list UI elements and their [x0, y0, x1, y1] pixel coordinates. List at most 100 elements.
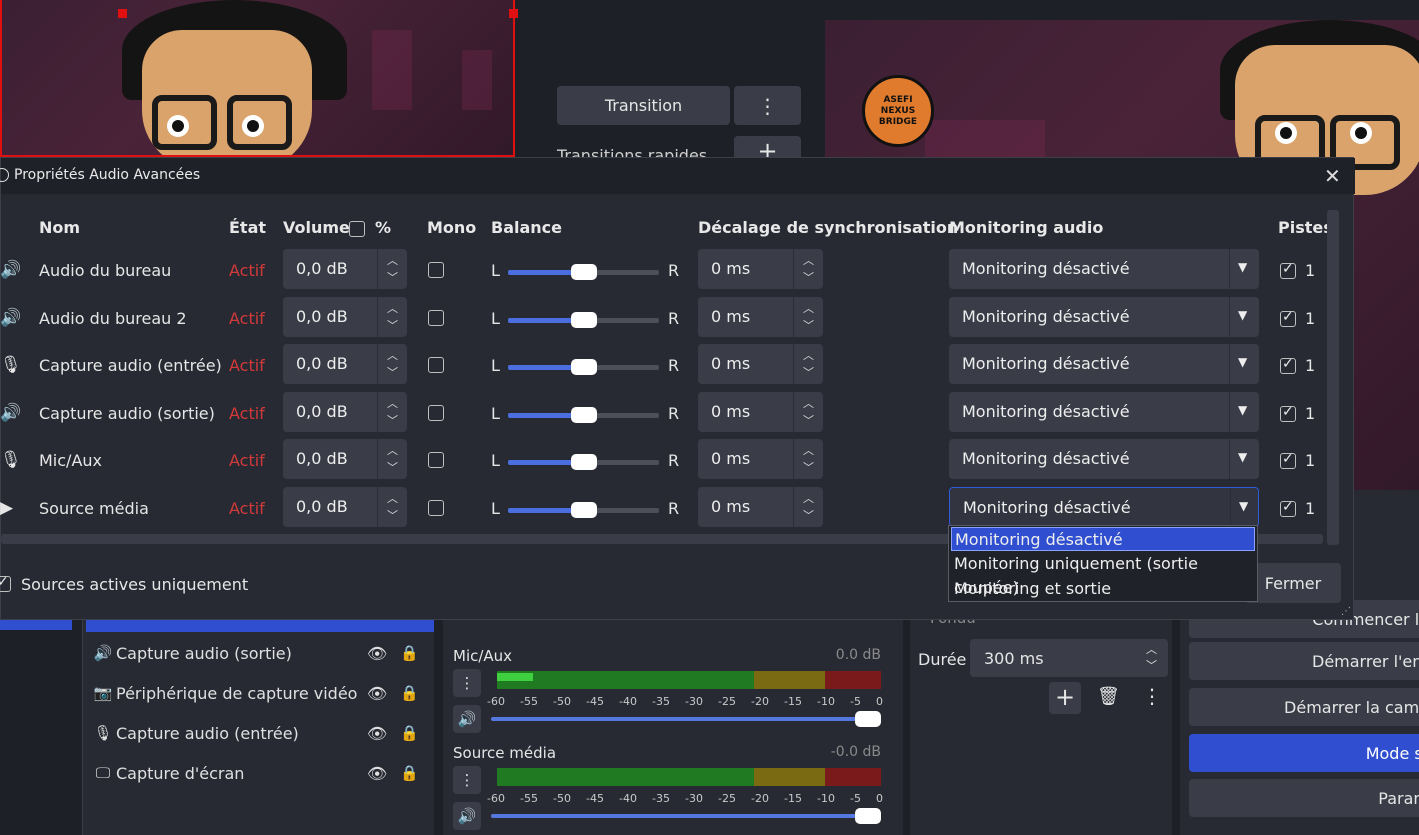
lock-icon[interactable]: 🔒 — [400, 764, 419, 782]
control-button[interactable]: Mode st — [1189, 734, 1419, 772]
control-button[interactable]: Démarrer l'enr — [1189, 642, 1419, 680]
sync-offset-spinbox[interactable]: 0 ms ︿ ﹀ — [698, 439, 823, 479]
volume-spinbox[interactable]: 0,0 dB ︿ ﹀ — [283, 249, 407, 289]
speaker-icon[interactable]: 🔊 — [453, 705, 481, 733]
add-transition-button[interactable]: + — [1049, 682, 1081, 714]
spinbox-arrows[interactable]: ︿ ﹀ — [793, 297, 823, 337]
monitoring-select[interactable]: Monitoring désactivé ▼ — [949, 439, 1259, 479]
up-arrow-icon[interactable]: ︿ — [803, 252, 814, 268]
mixer-menu-button[interactable]: ⋮ — [453, 766, 481, 794]
visibility-eye-icon[interactable]: 👁 — [367, 764, 387, 783]
up-arrow-icon[interactable]: ︿ — [1146, 641, 1157, 657]
up-arrow-icon[interactable]: ︿ — [803, 442, 814, 458]
chevron-down-icon[interactable]: ▼ — [1238, 308, 1247, 322]
sync-offset-spinbox[interactable]: 0 ms ︿ ﹀ — [698, 392, 823, 432]
volume-spinbox[interactable]: 0,0 dB ︿ ﹀ — [283, 392, 407, 432]
vertical-scrollbar[interactable] — [1327, 210, 1339, 545]
source-list-item[interactable]: 🎙 Capture audio (entrée) 👁 🔒 — [92, 714, 422, 752]
spinbox-arrows[interactable]: ︿ ﹀ — [377, 487, 407, 527]
down-arrow-icon[interactable]: ﹀ — [387, 507, 398, 523]
visibility-eye-icon[interactable]: 👁 — [367, 644, 387, 663]
up-arrow-icon[interactable]: ︿ — [387, 300, 398, 316]
selected-source-row[interactable] — [86, 620, 434, 632]
balance-slider-handle[interactable] — [570, 502, 597, 518]
monitoring-select[interactable]: Monitoring désactivé ▼ — [949, 344, 1259, 384]
volume-spinbox[interactable]: 0,0 dB ︿ ﹀ — [283, 439, 407, 479]
monitoring-select[interactable]: Monitoring désactivé ▼ — [949, 487, 1259, 528]
chevron-down-icon[interactable]: ▼ — [1239, 499, 1248, 513]
up-arrow-icon[interactable]: ︿ — [803, 490, 814, 506]
monitoring-option[interactable]: Monitoring uniquement (sortie coupée) — [951, 552, 1255, 597]
up-arrow-icon[interactable]: ︿ — [387, 395, 398, 411]
sync-offset-spinbox[interactable]: 0 ms ︿ ﹀ — [698, 297, 823, 337]
spinbox-arrows[interactable]: ︿ ﹀ — [793, 487, 823, 527]
down-arrow-icon[interactable]: ﹀ — [387, 317, 398, 333]
source-list-item[interactable]: 🖵 Capture d'écran 👁 🔒 — [92, 754, 422, 792]
volume-spinbox[interactable]: 0,0 dB ︿ ﹀ — [283, 487, 407, 527]
chevron-down-icon[interactable]: ▼ — [1238, 450, 1247, 464]
monitoring-select[interactable]: Monitoring désactivé ▼ — [949, 249, 1259, 289]
monitoring-option[interactable]: Monitoring et sortie — [951, 577, 1255, 601]
resize-grip-icon[interactable]: ⋰ — [1341, 606, 1351, 617]
chevron-down-icon[interactable]: ▼ — [1238, 260, 1247, 274]
source-list-item[interactable]: 🔊 Capture audio (sortie) 👁 🔒 — [92, 634, 422, 672]
up-arrow-icon[interactable]: ︿ — [803, 300, 814, 316]
volume-spinbox[interactable]: 0,0 dB ︿ ﹀ — [283, 344, 407, 384]
down-arrow-icon[interactable]: ﹀ — [387, 269, 398, 285]
track-checkbox[interactable] — [1280, 261, 1296, 279]
monitoring-select[interactable]: Monitoring désactivé ▼ — [949, 297, 1259, 337]
transition-button[interactable]: Transition — [557, 86, 730, 125]
track-checkbox[interactable] — [1280, 451, 1296, 469]
track-checkbox[interactable] — [1280, 404, 1296, 422]
spinbox-arrows[interactable]: ︿ ﹀ — [377, 344, 407, 384]
up-arrow-icon[interactable]: ︿ — [387, 252, 398, 268]
chevron-down-icon[interactable]: ▼ — [1238, 403, 1247, 417]
volume-percent-checkbox[interactable] — [349, 221, 365, 237]
lock-icon[interactable]: 🔒 — [400, 724, 419, 742]
up-arrow-icon[interactable]: ︿ — [803, 395, 814, 411]
mixer-volume-slider[interactable] — [491, 814, 879, 818]
down-arrow-icon[interactable]: ﹀ — [803, 459, 814, 475]
balance-slider-handle[interactable] — [570, 264, 597, 280]
mixer-volume-handle[interactable] — [855, 711, 881, 727]
spinbox-arrows[interactable]: ︿ ﹀ — [377, 297, 407, 337]
close-button[interactable]: Fermer — [1245, 563, 1341, 603]
sync-offset-spinbox[interactable]: 0 ms ︿ ﹀ — [698, 249, 823, 289]
preview-canvas[interactable] — [0, 0, 515, 157]
mono-checkbox[interactable] — [428, 452, 444, 468]
down-arrow-icon[interactable]: ﹀ — [803, 507, 814, 523]
speaker-icon[interactable]: 🔊 — [453, 802, 481, 830]
mixer-volume-slider[interactable] — [491, 717, 879, 721]
sync-offset-spinbox[interactable]: 0 ms ︿ ﹀ — [698, 344, 823, 384]
visibility-eye-icon[interactable]: 👁 — [367, 724, 387, 743]
monitoring-option[interactable]: Monitoring désactivé — [951, 527, 1255, 551]
down-arrow-icon[interactable]: ﹀ — [387, 412, 398, 428]
selection-handle[interactable] — [118, 9, 127, 18]
up-arrow-icon[interactable]: ︿ — [387, 347, 398, 363]
down-arrow-icon[interactable]: ﹀ — [387, 459, 398, 475]
scene-selection[interactable] — [0, 620, 72, 630]
mixer-menu-button[interactable]: ⋮ — [453, 669, 481, 697]
up-arrow-icon[interactable]: ︿ — [387, 442, 398, 458]
mono-checkbox[interactable] — [428, 405, 444, 421]
down-arrow-icon[interactable]: ﹀ — [803, 269, 814, 285]
volume-spinbox[interactable]: 0,0 dB ︿ ﹀ — [283, 297, 407, 337]
track-checkbox[interactable] — [1280, 309, 1296, 327]
selection-handle[interactable] — [509, 9, 518, 18]
balance-slider-handle[interactable] — [570, 359, 597, 375]
lock-icon[interactable]: 🔒 — [400, 684, 419, 702]
mono-checkbox[interactable] — [428, 262, 444, 278]
mixer-volume-handle[interactable] — [855, 808, 881, 824]
down-arrow-icon[interactable]: ﹀ — [387, 364, 398, 380]
close-icon[interactable]: ✕ — [1324, 164, 1341, 188]
spinbox-arrows[interactable]: ︿ ﹀ — [793, 392, 823, 432]
mono-checkbox[interactable] — [428, 310, 444, 326]
transition-options-button[interactable]: ⋮ — [1142, 684, 1162, 708]
spinbox-arrows[interactable]: ︿ ﹀ — [793, 249, 823, 289]
down-arrow-icon[interactable]: ﹀ — [803, 412, 814, 428]
down-arrow-icon[interactable]: ﹀ — [803, 364, 814, 380]
monitoring-select[interactable]: Monitoring désactivé ▼ — [949, 392, 1259, 432]
track-checkbox[interactable] — [1280, 356, 1296, 374]
source-list-item[interactable]: 📷 Périphérique de capture vidéo 👁 🔒 — [92, 674, 422, 712]
balance-slider-handle[interactable] — [570, 312, 597, 328]
